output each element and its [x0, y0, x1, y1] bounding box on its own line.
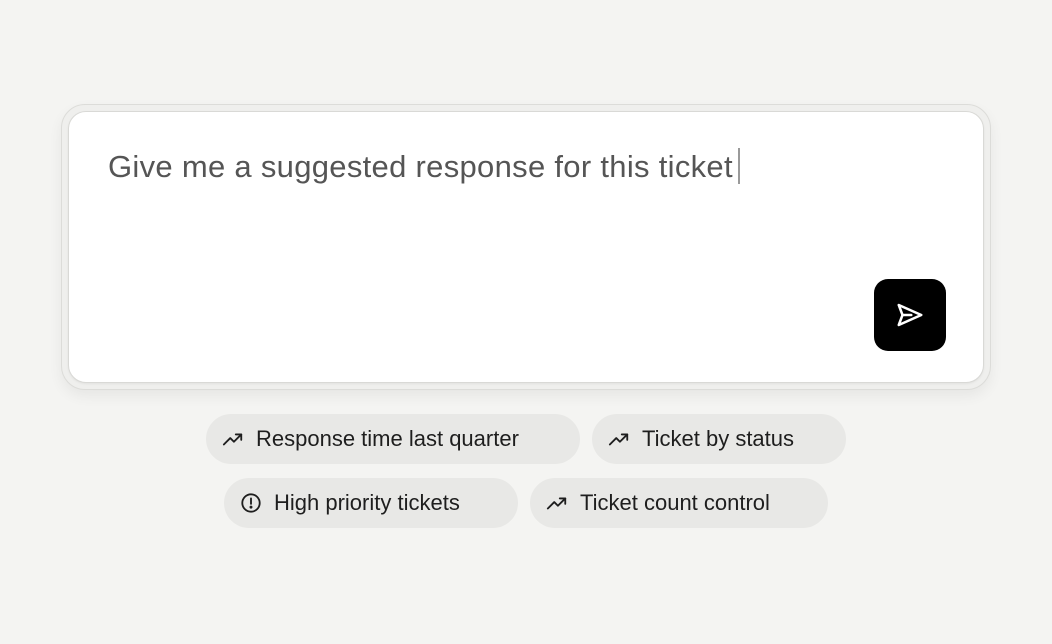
prompt-value: Give me a suggested response for this ti… [108, 149, 733, 184]
alert-circle-icon [239, 491, 263, 515]
suggestion-chip-high-priority[interactable]: High priority tickets [224, 478, 518, 528]
send-icon [897, 303, 923, 327]
suggestion-chip-response-time[interactable]: Response time last quarter [206, 414, 580, 464]
send-button[interactable] [874, 279, 946, 351]
trending-up-icon [545, 491, 569, 515]
suggestion-chip-ticket-by-status[interactable]: Ticket by status [592, 414, 846, 464]
suggestion-label: Ticket by status [642, 426, 795, 451]
suggestion-label: Ticket count control [580, 490, 770, 515]
text-caret [737, 148, 740, 184]
suggestion-label: Response time last quarter [256, 426, 519, 451]
trending-up-icon [607, 427, 631, 451]
suggestion-label: High priority tickets [274, 490, 460, 515]
trending-up-icon [221, 427, 245, 451]
prompt-text[interactable]: Give me a suggested response for this ti… [108, 148, 740, 186]
suggestion-chip-ticket-count[interactable]: Ticket count control [530, 478, 828, 528]
prompt-input[interactable]: Give me a suggested response for this ti… [68, 111, 984, 383]
